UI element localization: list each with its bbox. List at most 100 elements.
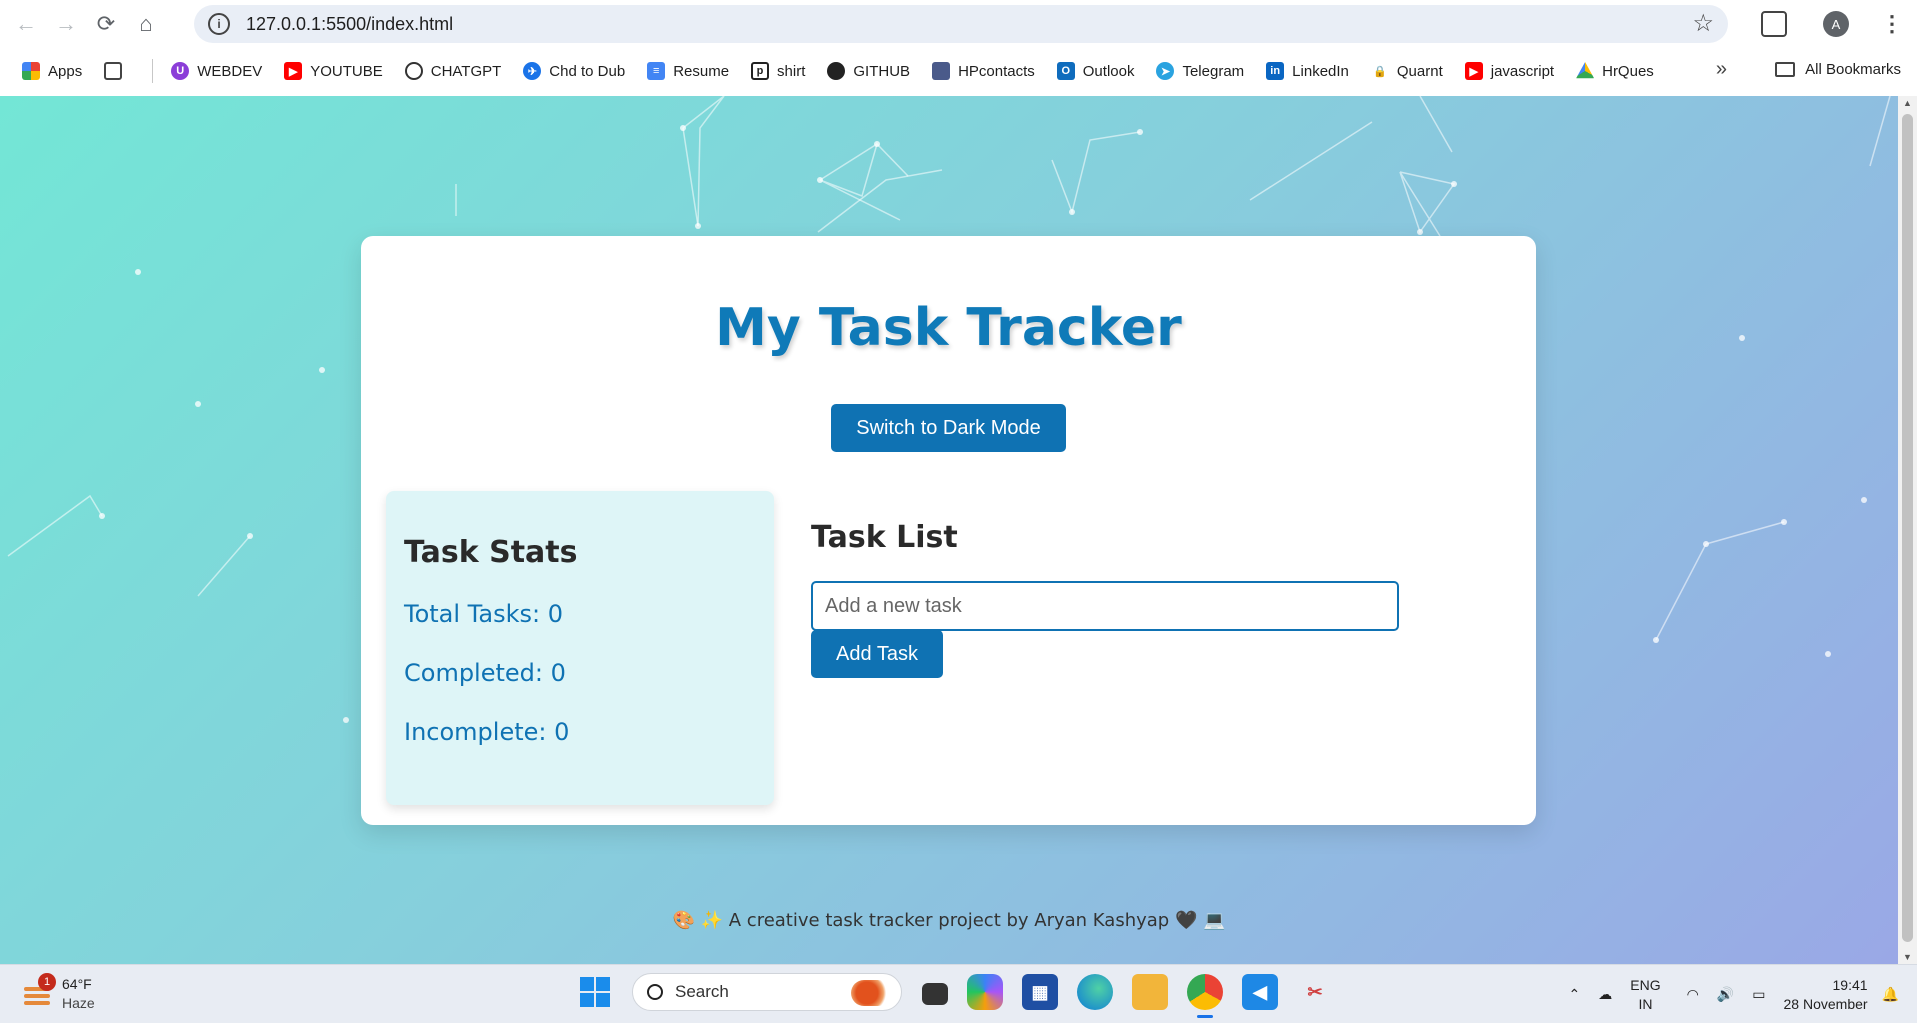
url-text[interactable]: 127.0.0.1:5500/index.html [246, 14, 453, 35]
bookmark-outlook[interactable]: O Outlook [1056, 62, 1135, 80]
bookmark-label: WEBDEV [197, 62, 263, 80]
all-bookmarks-label: All Bookmarks [1805, 61, 1901, 78]
haze-weather-icon: 1 [22, 973, 56, 1009]
hpcontacts-icon [932, 62, 951, 80]
folder-icon [1775, 62, 1796, 77]
github-icon [827, 62, 846, 80]
bookmark-chd-to-dub[interactable]: ✈ Chd to Dub [523, 62, 625, 80]
webdev-icon: U [171, 62, 190, 80]
bookmark-star-icon[interactable]: ☆ [1692, 9, 1714, 38]
bookmark-linkedin[interactable]: in LinkedIn [1266, 62, 1349, 80]
bookmark-label: HrQues [1602, 62, 1654, 80]
incomplete-stat: Incomplete: 0 [404, 718, 570, 746]
system-tray: ⌃ ☁ ENG IN ◠ 🔊 ▭ 19:41 28 November 🔔 [1569, 965, 1917, 1023]
forward-button[interactable]: → [46, 4, 86, 44]
bookmark-quarnt[interactable]: 🔒 Quarnt [1371, 62, 1443, 80]
show-hidden-icons[interactable]: ⌃ [1569, 986, 1581, 1003]
task-stats-panel: Task Stats Total Tasks: 0 Completed: 0 I… [386, 491, 774, 805]
bookmark-youtube[interactable]: ▶ YOUTUBE [284, 62, 383, 80]
reload-button[interactable]: ⟳ [86, 4, 126, 44]
extensions-icon[interactable] [1761, 11, 1787, 37]
bookmark-label: javascript [1490, 62, 1555, 80]
snipping-tool-icon[interactable]: ✂ [1297, 974, 1333, 1010]
search-icon [647, 984, 663, 1000]
bookmark-hpcontacts[interactable]: HPcontacts [932, 62, 1035, 80]
docs-icon: ≡ [647, 62, 666, 80]
page-scrollbar[interactable]: ▲ ▼ [1898, 96, 1917, 964]
bookmarks-bar: Apps U WEBDEV ▶ YOUTUBE CHATGPT ✈ Chd to… [0, 50, 1917, 92]
scroll-up-icon[interactable]: ▲ [1903, 98, 1912, 108]
notifications-icon[interactable]: 🔔 [1882, 986, 1899, 1003]
edge-icon[interactable] [1077, 974, 1113, 1010]
onedrive-icon[interactable]: ☁ [1598, 986, 1612, 1003]
linkedin-icon: in [1266, 62, 1285, 80]
task-view-icon[interactable] [922, 983, 948, 1005]
bookmark-label: shirt [777, 62, 806, 80]
bookmark-javascript[interactable]: ▶ javascript [1464, 62, 1555, 80]
bookmark-label: Resume [673, 62, 730, 80]
bookmark-separator [152, 59, 154, 83]
bookmark-apps[interactable]: Apps [22, 62, 82, 80]
bookmark-tab-groups[interactable] [104, 62, 130, 80]
bookmark-telegram[interactable]: ➤ Telegram [1156, 62, 1244, 80]
bookmark-chatgpt[interactable]: CHATGPT [404, 62, 502, 80]
drive-icon [1576, 62, 1595, 79]
bookmark-github[interactable]: GITHUB [827, 62, 910, 80]
windows-start-icon[interactable] [580, 977, 610, 1007]
bookmark-label: GITHUB [853, 62, 911, 80]
clock-time: 19:41 [1832, 976, 1868, 993]
file-explorer-icon[interactable] [1132, 974, 1168, 1010]
clock-date: 28 November [1783, 995, 1868, 1012]
weather-temp: 64°F [62, 976, 92, 992]
search-highlight-icon [851, 980, 891, 1006]
telegram-icon: ➤ [1156, 62, 1175, 80]
dark-mode-button[interactable]: Switch to Dark Mode [831, 404, 1066, 452]
search-label: Search [675, 982, 729, 1001]
all-bookmarks-button[interactable]: All Bookmarks [1775, 61, 1901, 78]
chrome-icon[interactable] [1187, 974, 1223, 1018]
scroll-down-icon[interactable]: ▼ [1903, 952, 1912, 962]
bookmark-webdev[interactable]: U WEBDEV [171, 62, 262, 80]
add-task-button[interactable]: Add Task [811, 630, 943, 678]
bookmark-label: CHATGPT [430, 62, 502, 80]
bookmark-label: YOUTUBE [310, 62, 383, 80]
bookmark-label: Outlook [1082, 62, 1135, 80]
bookmark-resume[interactable]: ≡ Resume [647, 62, 729, 80]
address-bar[interactable]: i 127.0.0.1:5500/index.html ☆ [194, 5, 1728, 43]
page-footer: 🎨 ✨ A creative task tracker project by A… [672, 910, 1226, 931]
task-list-section: Task List Add Task [811, 520, 1399, 678]
new-task-input[interactable] [811, 581, 1399, 631]
scrollbar-thumb[interactable] [1902, 114, 1913, 942]
store-icon[interactable]: ▦ [1022, 974, 1058, 1010]
home-button[interactable]: ⌂ [126, 4, 166, 44]
battery-icon[interactable]: ▭ [1752, 986, 1765, 1003]
weather-desc: Haze [62, 995, 95, 1011]
wifi-icon[interactable]: ◠ [1687, 986, 1699, 1003]
browser-toolbar: ← → ⟳ ⌂ i 127.0.0.1:5500/index.html ☆ A … [0, 0, 1917, 48]
site-info-icon[interactable]: i [208, 13, 230, 35]
total-tasks-stat: Total Tasks: 0 [404, 600, 563, 628]
taskbar-search[interactable]: Search [632, 973, 902, 1011]
volume-icon[interactable]: 🔊 [1717, 986, 1734, 1003]
stats-heading: Task Stats [404, 535, 578, 570]
bookmark-label: LinkedIn [1292, 62, 1349, 80]
language-indicator[interactable]: ENG IN [1630, 976, 1660, 1014]
youtube-icon: ▶ [284, 62, 303, 80]
profile-avatar[interactable]: A [1823, 11, 1849, 37]
task-tracker-card: My Task Tracker Switch to Dark Mode Task… [361, 236, 1536, 825]
lock-icon: 🔒 [1373, 65, 1387, 78]
clock[interactable]: 19:41 28 November [1784, 976, 1868, 1014]
youtube-icon: ▶ [1464, 62, 1483, 80]
tab-groups-icon [104, 62, 123, 80]
vscode-icon[interactable]: ◀ [1242, 974, 1278, 1010]
outlook-icon: O [1056, 62, 1075, 80]
back-button[interactable]: ← [6, 4, 46, 44]
copilot-icon[interactable] [967, 974, 1003, 1010]
weather-widget[interactable]: 1 64°F Haze [22, 973, 95, 1013]
browser-menu-icon[interactable]: ⋮ [1881, 11, 1903, 37]
bookmark-label: HPcontacts [958, 62, 1035, 80]
more-bookmarks-icon[interactable]: » [1716, 58, 1727, 81]
bookmark-shirt[interactable]: p shirt [751, 62, 805, 80]
bookmark-hrques[interactable]: HrQues [1576, 62, 1654, 80]
page-viewport: My Task Tracker Switch to Dark Mode Task… [0, 96, 1898, 964]
